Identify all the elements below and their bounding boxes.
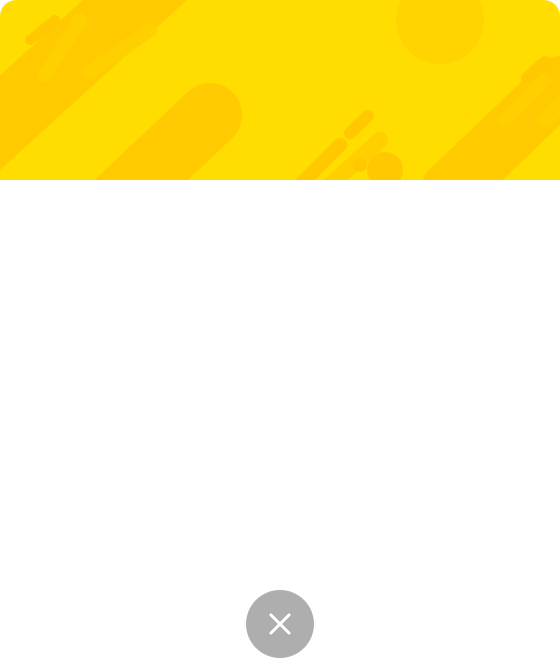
page bbox=[0, 0, 560, 660]
modal-banner bbox=[0, 0, 560, 180]
promo-modal bbox=[0, 0, 560, 570]
close-icon bbox=[269, 613, 291, 635]
banner-pattern bbox=[0, 0, 560, 180]
close-button[interactable] bbox=[246, 590, 314, 658]
modal-body bbox=[0, 180, 560, 570]
